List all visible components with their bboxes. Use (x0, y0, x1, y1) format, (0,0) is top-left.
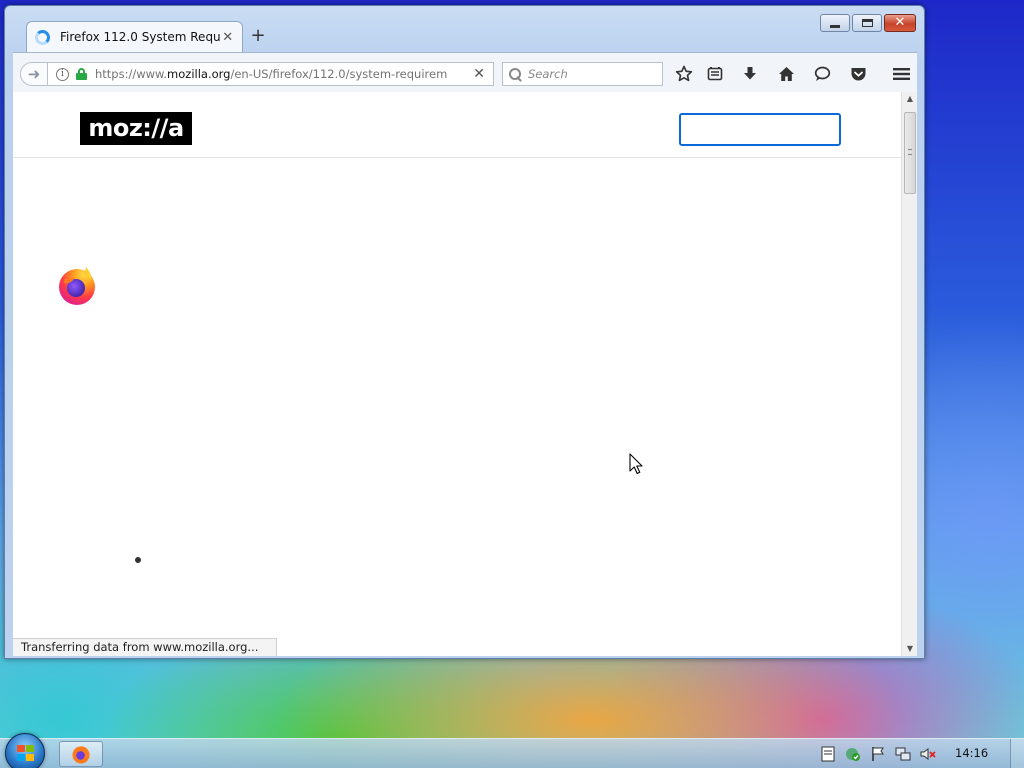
bookmark-star-icon[interactable] (675, 65, 693, 83)
browser-window: Firefox 112.0 System Requir... ✕ + ✕ ➜ i… (4, 5, 925, 659)
show-desktop-button[interactable] (1010, 739, 1024, 768)
firefox-icon (72, 746, 90, 764)
volume-muted-icon[interactable] (920, 746, 936, 762)
tab-title: Firefox 112.0 System Requir... (60, 30, 222, 44)
search-icon (509, 67, 522, 81)
new-tab-button[interactable]: + (247, 26, 269, 48)
window-caption-buttons: ✕ (820, 14, 916, 32)
page-content: moz://a ▲ ▼ Transferring data from www.m… (13, 92, 917, 656)
pocket-icon[interactable] (849, 65, 867, 83)
minimize-button[interactable] (820, 14, 850, 32)
site-info-icon[interactable]: i (56, 67, 69, 81)
home-icon[interactable] (777, 65, 795, 83)
navigation-toolbar: ➜ i https://www.mozilla.org/en-US/firefo… (13, 52, 917, 92)
firefox-logo-icon (59, 267, 95, 305)
stop-loading-icon[interactable]: ✕ (473, 66, 485, 82)
system-tray (820, 744, 936, 764)
close-window-button[interactable]: ✕ (884, 14, 916, 32)
loading-spinner-icon (35, 29, 50, 45)
vertical-scrollbar[interactable]: ▲ ▼ (901, 92, 917, 656)
mouse-cursor-icon (629, 453, 643, 475)
scroll-up-icon[interactable]: ▲ (902, 92, 917, 106)
scrollbar-thumb[interactable] (904, 112, 916, 194)
reading-list-icon[interactable] (706, 65, 724, 83)
taskbar: 14:16 (0, 733, 1024, 768)
back-arrow-icon: ➜ (27, 65, 41, 83)
action-center-icon[interactable] (820, 746, 836, 762)
url-host: mozilla.org (167, 67, 231, 81)
tab-close-icon[interactable]: ✕ (221, 30, 234, 45)
url-path: /en-US/firefox/112.0/system-requirem (230, 67, 448, 81)
taskbar-firefox-button[interactable] (59, 741, 103, 767)
secure-lock-icon[interactable] (76, 68, 87, 80)
menu-icon[interactable] (892, 65, 910, 83)
start-button[interactable] (5, 733, 45, 768)
taskbar-clock[interactable]: 14:16 (955, 746, 988, 760)
chat-icon[interactable] (813, 65, 831, 83)
close-icon: ✕ (894, 15, 906, 30)
windows-logo-icon (17, 745, 35, 762)
page-header: moz://a (13, 92, 901, 158)
maximize-icon (861, 19, 873, 27)
url-text[interactable]: https://www.mozilla.org/en-US/firefox/11… (95, 67, 450, 81)
back-button[interactable]: ➜ (20, 62, 48, 86)
scroll-down-icon[interactable]: ▼ (902, 642, 917, 656)
maximize-button[interactable] (852, 14, 882, 32)
minimize-icon (830, 24, 840, 28)
search-bar[interactable] (502, 62, 663, 86)
network-icon[interactable] (895, 746, 911, 762)
tab-active[interactable]: Firefox 112.0 System Requir... ✕ (26, 21, 243, 52)
list-bullet (135, 557, 141, 563)
downloads-icon[interactable] (741, 65, 759, 83)
site-search-input[interactable] (679, 113, 841, 146)
url-bar[interactable]: i https://www.mozilla.org/en-US/firefox/… (48, 62, 494, 86)
mozilla-logo[interactable]: moz://a (80, 112, 192, 145)
security-icon[interactable] (845, 746, 861, 762)
status-text: Transferring data from www.mozilla.org..… (13, 638, 277, 656)
url-prefix: https://www. (95, 67, 168, 81)
search-input[interactable] (528, 67, 658, 81)
flag-icon[interactable] (870, 746, 886, 762)
